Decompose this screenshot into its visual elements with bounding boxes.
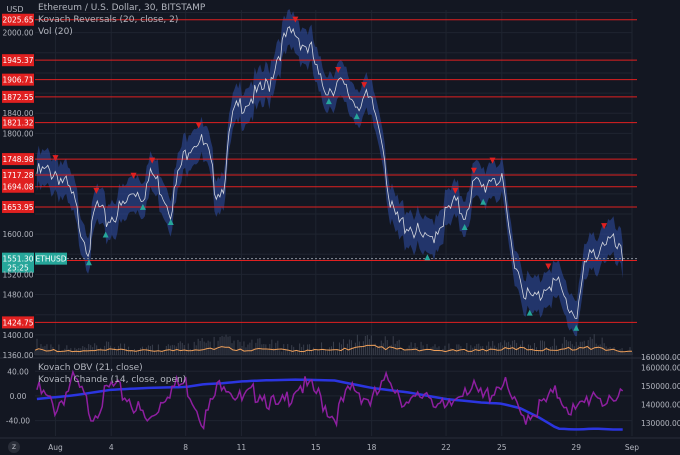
symbol-tag: ETHUSD — [36, 255, 67, 264]
y-tick-label: 1520.00 — [2, 270, 33, 279]
level-label: 1653.95 — [2, 203, 33, 212]
lower-right-tick: 140000.00 — [641, 401, 680, 410]
y-tick-label: 1600.00 — [2, 230, 33, 239]
x-tick-label: 11 — [237, 443, 247, 452]
level-label: 1424.75 — [2, 318, 33, 327]
indicator-obv-label[interactable]: Kovach OBV (21, close) — [38, 363, 143, 373]
lower-left-tick: -40.00 — [6, 417, 30, 426]
lower-left-tick: 40.00 — [7, 367, 29, 376]
indicator-volume-label[interactable]: Vol (20) — [38, 27, 73, 37]
level-label: 1717.28 — [2, 171, 33, 180]
timezone-icon[interactable]: z — [8, 441, 20, 453]
y-tick-label: 1840.00 — [2, 109, 33, 118]
x-tick-label: 8 — [183, 443, 188, 452]
obv-line — [36, 378, 623, 431]
level-label: 1821.32 — [2, 119, 33, 128]
x-tick-label: Aug — [48, 443, 63, 452]
currency-label: USD — [6, 5, 24, 14]
x-tick-label: 15 — [311, 443, 321, 452]
lower-right-tick: 130000.00 — [641, 419, 680, 428]
y-tick-label: 1360.00 — [2, 351, 33, 360]
reversal-band — [36, 9, 623, 337]
x-tick-label: 25 — [497, 443, 507, 452]
x-tick-label: 29 — [571, 443, 581, 452]
lower-left-tick: 0.00 — [10, 392, 27, 401]
indicator-reversals-label[interactable]: Kovach Reversals (20, close, 2) — [38, 15, 178, 25]
lower-right-tick: 160000.00 — [641, 364, 680, 373]
y-tick-label: 1800.00 — [2, 129, 33, 138]
level-label: 1945.37 — [2, 56, 33, 65]
x-tick-label: 22 — [441, 443, 451, 452]
buy-marker — [424, 254, 431, 261]
level-label: 1694.08 — [2, 183, 33, 192]
lower-right-tick: 150000.00 — [641, 382, 680, 391]
last-price-label: 1551.30 — [2, 255, 33, 264]
lower-right-tick: 160000.00 — [641, 353, 680, 362]
chart-title: Ethereum / U.S. Dollar, 30, BITSTAMP — [38, 3, 206, 13]
indicator-chande-label[interactable]: Kovach Chande (14, close, open) — [38, 375, 186, 385]
sell-marker — [545, 263, 552, 270]
x-tick-label: 18 — [367, 443, 377, 452]
volume-pane — [34, 334, 633, 355]
level-label: 1748.98 — [2, 155, 33, 164]
x-tick-label: 4 — [109, 443, 114, 452]
level-label: 1872.55 — [2, 93, 33, 102]
level-label: 1906.71 — [2, 76, 33, 85]
x-tick-label: Sep — [625, 443, 639, 452]
y-tick-label: 1480.00 — [2, 291, 33, 300]
y-tick-label: 2000.00 — [2, 29, 33, 38]
trading-chart[interactable]: 2025.651945.371906.711872.551821.321748.… — [0, 0, 680, 455]
reversal-band-fill — [36, 9, 623, 337]
y-tick-label: 1400.00 — [2, 331, 33, 340]
